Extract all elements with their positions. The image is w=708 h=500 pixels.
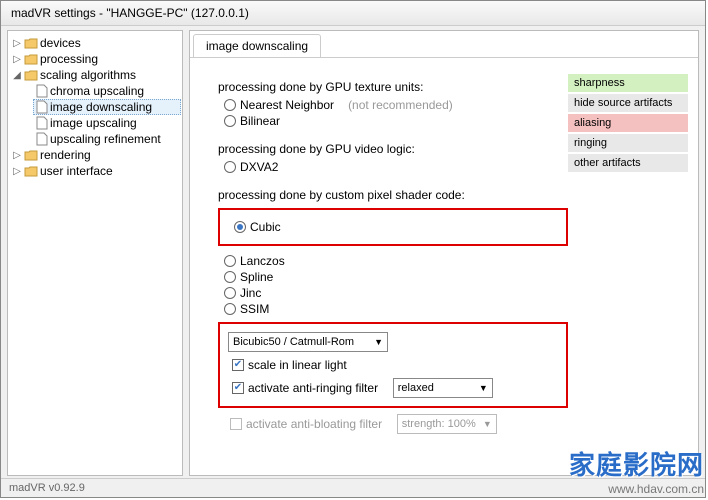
indicator-other-artifacts: other artifacts xyxy=(568,154,688,172)
tree-upscale-refinement[interactable]: upscaling refinement xyxy=(50,132,161,146)
version-label: madVR v0.92.9 xyxy=(9,482,85,494)
folder-icon xyxy=(24,149,38,161)
expand-icon[interactable]: ▷ xyxy=(12,150,22,160)
tree-scaling[interactable]: scaling algorithms xyxy=(40,68,136,82)
indicator-aliasing: aliasing xyxy=(568,114,688,132)
status-bar: madVR v0.92.9 xyxy=(1,478,705,497)
section-gpu-video: processing done by GPU video logic: xyxy=(218,142,568,156)
checkbox-label: activate anti-ringing filter xyxy=(248,381,378,395)
tree-rendering[interactable]: rendering xyxy=(40,148,91,162)
radio-ssim[interactable] xyxy=(224,303,236,315)
radio-label: DXVA2 xyxy=(240,160,278,174)
collapse-icon[interactable]: ◢ xyxy=(12,70,22,80)
dropdown-value: Bicubic50 / Catmull-Rom xyxy=(233,336,354,348)
tree-devices[interactable]: devices xyxy=(40,36,81,50)
tree-processing[interactable]: processing xyxy=(40,52,98,66)
page-icon xyxy=(36,84,48,98)
section-gpu-texture: processing done by GPU texture units: xyxy=(218,80,568,94)
chevron-down-icon: ▼ xyxy=(483,419,492,429)
page-icon xyxy=(36,116,48,130)
folder-icon xyxy=(24,69,38,81)
indicator-ringing: ringing xyxy=(568,134,688,152)
window-titlebar: madVR settings - "HANGGE-PC" (127.0.0.1) xyxy=(1,1,705,26)
chevron-down-icon: ▼ xyxy=(479,383,488,393)
expand-icon[interactable]: ▷ xyxy=(12,38,22,48)
radio-label: Jinc xyxy=(240,286,261,300)
radio-label: Bilinear xyxy=(240,114,280,128)
radio-label: Nearest Neighbor xyxy=(240,98,334,112)
radio-label: Cubic xyxy=(250,220,281,234)
dropdown-value: strength: 100% xyxy=(402,418,476,430)
radio-nearest-neighbor[interactable] xyxy=(224,99,236,111)
chevron-down-icon: ▼ xyxy=(374,337,383,347)
radio-cubic[interactable] xyxy=(234,221,246,233)
radio-bilinear[interactable] xyxy=(224,115,236,127)
tree-chroma[interactable]: chroma upscaling xyxy=(50,84,144,98)
page-icon xyxy=(36,132,48,146)
tab-bar: image downscaling xyxy=(190,31,698,58)
checkbox-label: activate anti-bloating filter xyxy=(246,417,382,431)
checkbox-anti-bloating xyxy=(230,418,242,430)
radio-spline[interactable] xyxy=(224,271,236,283)
radio-label: Lanczos xyxy=(240,254,285,268)
window-title: madVR settings - "HANGGE-PC" (127.0.0.1) xyxy=(11,6,249,20)
expand-icon[interactable]: ▷ xyxy=(12,166,22,176)
dropdown-value: relaxed xyxy=(398,382,434,394)
nav-tree: ▷ devices ▷ processing ◢ scaling algorithms… xyxy=(7,30,183,476)
quality-indicators: sharpness hide source artifacts aliasing… xyxy=(568,74,688,465)
folder-icon xyxy=(24,37,38,49)
tree-user-interface[interactable]: user interface xyxy=(40,164,113,178)
radio-label: SSIM xyxy=(240,302,269,316)
radio-label: Spline xyxy=(240,270,273,284)
checkbox-label: scale in linear light xyxy=(248,358,347,372)
indicator-hide-artifacts: hide source artifacts xyxy=(568,94,688,112)
tree-image-downscale[interactable]: image downscaling xyxy=(50,100,152,114)
folder-icon xyxy=(24,53,38,65)
indicator-sharpness: sharpness xyxy=(568,74,688,92)
checkbox-linear-light[interactable] xyxy=(232,359,244,371)
radio-lanczos[interactable] xyxy=(224,255,236,267)
expand-icon[interactable]: ▷ xyxy=(12,54,22,64)
variant-dropdown[interactable]: Bicubic50 / Catmull-Rom ▼ xyxy=(228,332,388,352)
anti-ringing-mode-dropdown[interactable]: relaxed ▼ xyxy=(393,378,493,398)
anti-bloating-strength-dropdown: strength: 100% ▼ xyxy=(397,414,497,434)
folder-icon xyxy=(24,165,38,177)
section-pixel-shader: processing done by custom pixel shader c… xyxy=(218,188,568,202)
radio-jinc[interactable] xyxy=(224,287,236,299)
radio-dxva2[interactable] xyxy=(224,161,236,173)
page-icon xyxy=(36,100,48,114)
tab-image-downscaling[interactable]: image downscaling xyxy=(193,34,321,57)
radio-note: (not recommended) xyxy=(348,98,453,112)
checkbox-anti-ringing[interactable] xyxy=(232,382,244,394)
tree-image-upscale[interactable]: image upscaling xyxy=(50,116,137,130)
